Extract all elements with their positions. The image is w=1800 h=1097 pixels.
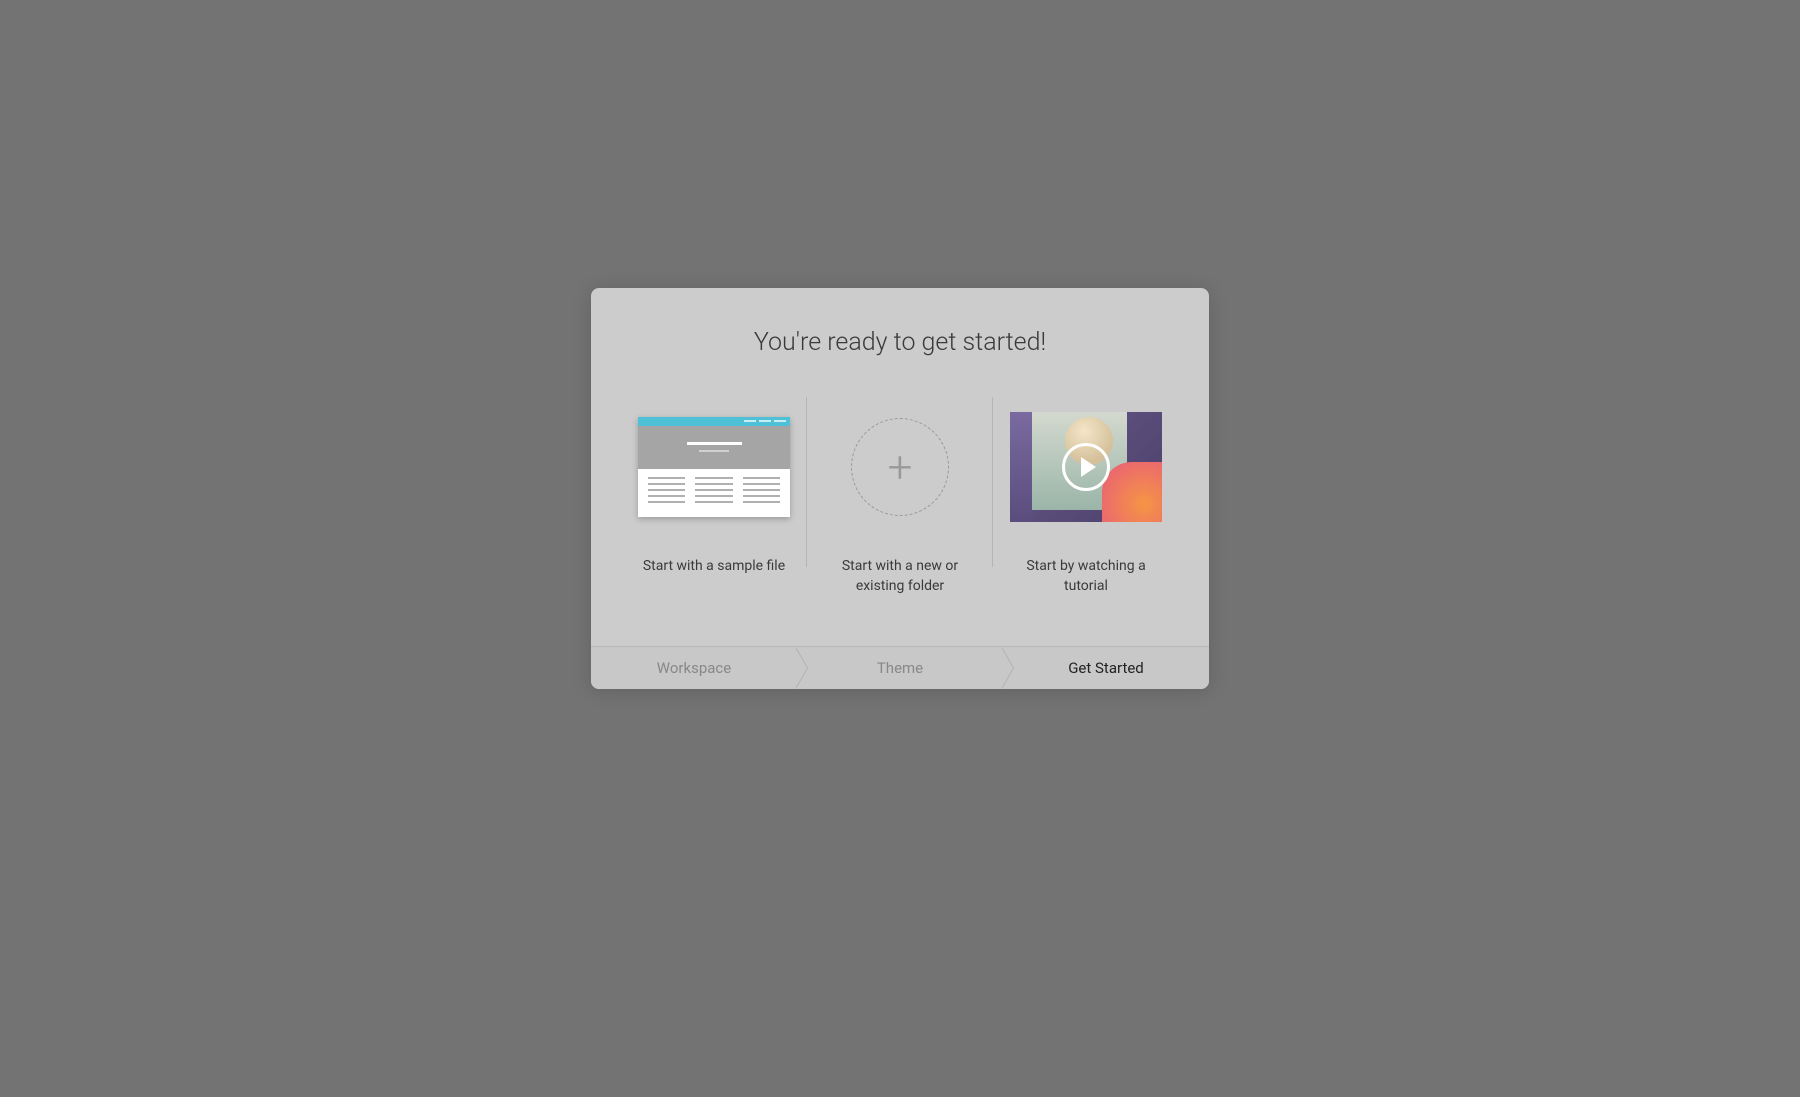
plus-icon: +: [888, 445, 913, 489]
plus-circle-icon: +: [851, 418, 949, 516]
play-icon: [1062, 443, 1110, 491]
option-sample-file[interactable]: Start with a sample file: [621, 407, 807, 577]
option-label: Start with a sample file: [643, 557, 785, 577]
options-row: Start with a sample file + Start with a …: [621, 407, 1179, 596]
video-thumbnail-icon: [1010, 412, 1162, 522]
step-theme[interactable]: Theme: [797, 647, 1003, 689]
option-watch-tutorial[interactable]: Start by watching a tutorial: [993, 407, 1179, 596]
step-label: Workspace: [657, 659, 731, 677]
step-label: Theme: [877, 659, 923, 677]
option-new-folder[interactable]: + Start with a new or existing folder: [807, 407, 993, 596]
modal-title: You're ready to get started!: [621, 328, 1179, 357]
new-folder-illustration: +: [851, 407, 949, 527]
onboarding-modal: You're ready to get started!: [591, 288, 1209, 689]
step-workspace[interactable]: Workspace: [591, 647, 797, 689]
step-label: Get Started: [1068, 659, 1144, 677]
tutorial-video-thumbnail: [1010, 407, 1162, 527]
option-label: Start with a new or existing folder: [822, 557, 978, 596]
option-label: Start by watching a tutorial: [1008, 557, 1164, 596]
sample-file-illustration: [638, 407, 790, 527]
modal-body: You're ready to get started!: [591, 288, 1209, 646]
stepper-nav: Workspace Theme Get Started: [591, 646, 1209, 689]
step-get-started[interactable]: Get Started: [1003, 647, 1209, 689]
webpage-mockup-icon: [638, 417, 790, 517]
